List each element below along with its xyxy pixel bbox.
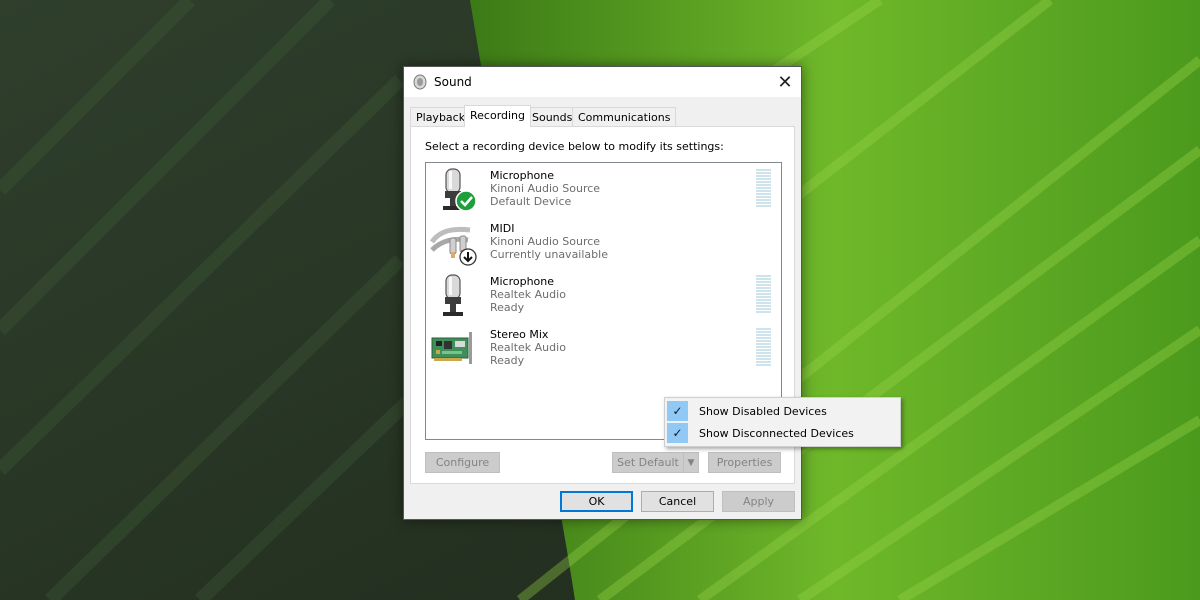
- tab-playback[interactable]: Playback: [410, 107, 472, 126]
- device-name: Microphone: [490, 169, 555, 182]
- device-status: Ready: [490, 301, 525, 314]
- menu-item-show-disabled[interactable]: ✓ Show Disabled Devices: [665, 400, 900, 422]
- device-source: Kinoni Audio Source: [490, 182, 601, 195]
- device-status: Default Device: [490, 195, 572, 208]
- apply-button[interactable]: Apply: [722, 491, 795, 512]
- device-status: Currently unavailable: [490, 248, 608, 261]
- context-menu: ✓ Show Disabled Devices ✓ Show Disconnec…: [664, 397, 901, 447]
- checkmark-icon: ✓: [667, 423, 688, 443]
- device-item-microphone-realtek[interactable]: Microphone Realtek Audio Ready: [426, 269, 781, 321]
- set-default-dropdown-icon[interactable]: ▼: [683, 452, 699, 473]
- menu-item-label: Show Disconnected Devices: [699, 427, 854, 440]
- title-bar[interactable]: Sound ✕: [404, 67, 801, 97]
- ok-button[interactable]: OK: [560, 491, 633, 512]
- set-default-button[interactable]: Set Default: [612, 452, 684, 473]
- instruction-text: Select a recording device below to modif…: [425, 140, 724, 153]
- midi-cable-icon: [430, 226, 477, 266]
- level-meter: [756, 169, 771, 209]
- unavailable-arrow-icon: [459, 248, 477, 266]
- device-status: Ready: [490, 354, 525, 367]
- tab-recording[interactable]: Recording: [464, 105, 532, 127]
- microphone-icon: [443, 274, 463, 316]
- device-source: Kinoni Audio Source: [490, 235, 601, 248]
- device-item-stereo-mix[interactable]: Stereo Mix Realtek Audio Ready: [426, 322, 781, 374]
- microphone-icon: [443, 168, 477, 212]
- menu-item-show-disconnected[interactable]: ✓ Show Disconnected Devices: [665, 422, 900, 444]
- checkmark-icon: ✓: [667, 401, 688, 421]
- configure-button[interactable]: Configure: [425, 452, 500, 473]
- speaker-app-icon: [413, 74, 427, 90]
- default-check-icon: [455, 190, 477, 212]
- device-name: Microphone: [490, 275, 555, 288]
- device-name: Stereo Mix: [490, 328, 549, 341]
- device-name: MIDI: [490, 222, 515, 235]
- device-item-microphone-kinoni[interactable]: Microphone Kinoni Audio Source Default D…: [426, 163, 781, 215]
- level-meter: [756, 328, 771, 368]
- tab-communications[interactable]: Communications: [572, 107, 677, 126]
- device-source: Realtek Audio: [490, 341, 566, 354]
- tab-sounds[interactable]: Sounds: [526, 107, 579, 126]
- level-meter: [756, 275, 771, 315]
- sound-card-icon: [431, 332, 472, 364]
- cancel-button[interactable]: Cancel: [641, 491, 714, 512]
- close-button[interactable]: ✕: [769, 67, 801, 97]
- properties-button[interactable]: Properties: [708, 452, 781, 473]
- menu-item-label: Show Disabled Devices: [699, 405, 827, 418]
- device-item-midi[interactable]: MIDI Kinoni Audio Source Currently unava…: [426, 216, 781, 268]
- device-source: Realtek Audio: [490, 288, 566, 301]
- sound-dialog: Sound ✕ Playback Recording Sounds Commun…: [403, 66, 802, 520]
- dialog-title: Sound: [434, 75, 472, 89]
